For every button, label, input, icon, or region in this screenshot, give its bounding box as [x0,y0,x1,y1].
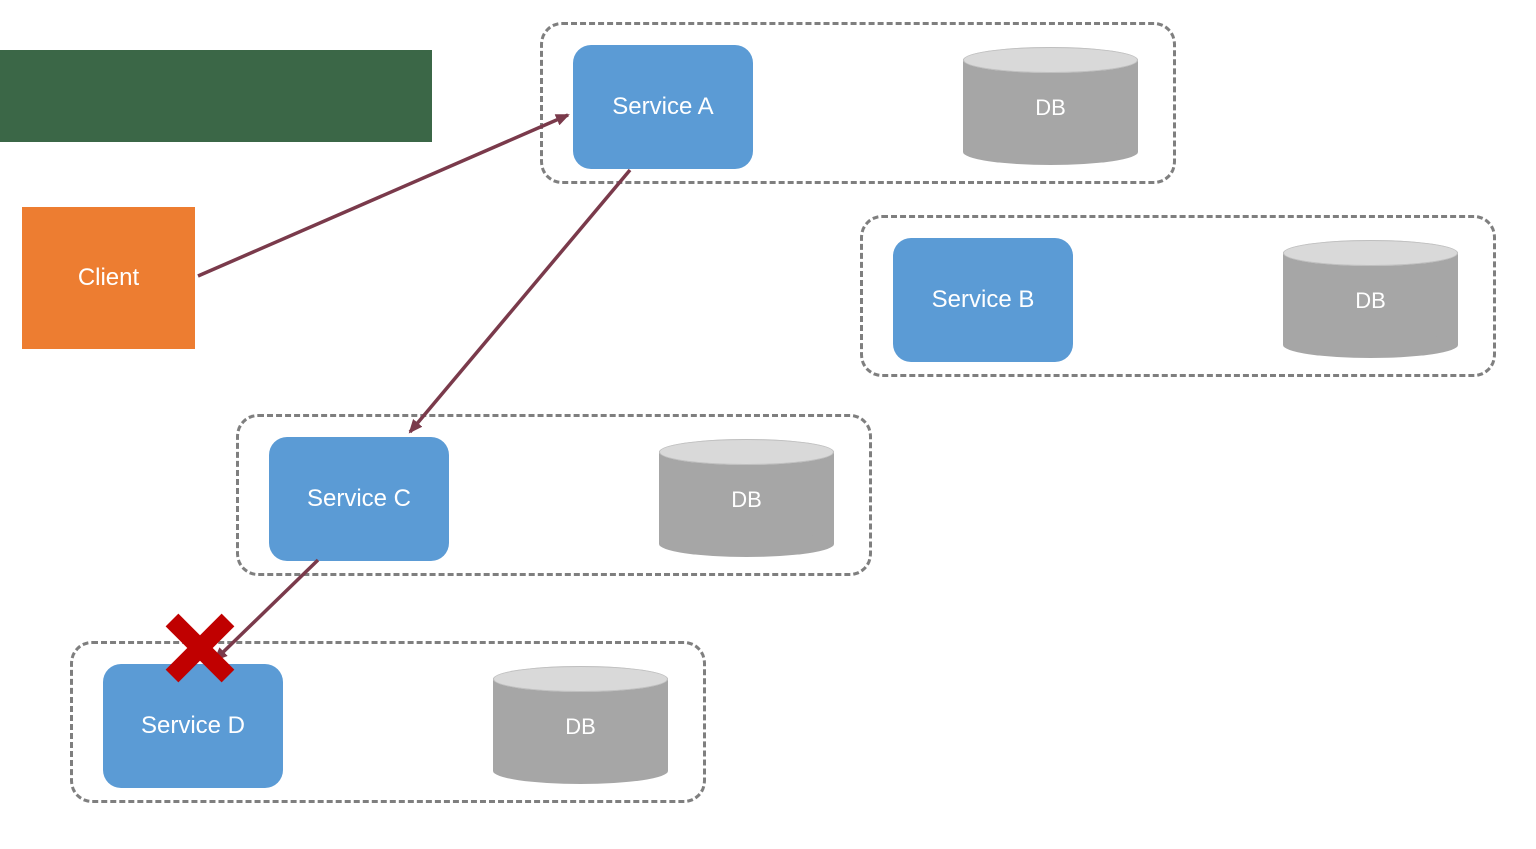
decor-green-bar [0,50,432,142]
edge-a-to-c [410,170,630,432]
service-c-label: Service C [307,485,411,513]
db-b-label: DB [1283,288,1458,314]
group-service-a: Service A DB [540,22,1176,184]
db-c-label: DB [659,487,834,513]
client-label: Client [78,264,139,292]
service-b-label: Service B [932,286,1035,314]
db-a-label: DB [963,95,1138,121]
diagram-canvas: Client Service A DB Service B DB Service… [0,0,1536,849]
service-d-label: Service D [141,712,245,740]
service-c-node: Service C [269,437,449,561]
db-d-label: DB [493,714,668,740]
db-d-node: DB [493,666,668,784]
service-d-node: Service D [103,664,283,788]
group-service-d: Service D DB [70,641,706,803]
service-b-node: Service B [893,238,1073,362]
client-node: Client [22,207,195,349]
service-a-node: Service A [573,45,753,169]
db-b-node: DB [1283,240,1458,358]
db-c-node: DB [659,439,834,557]
group-service-b: Service B DB [860,215,1496,377]
group-service-c: Service C DB [236,414,872,576]
db-a-node: DB [963,47,1138,165]
service-a-label: Service A [612,93,713,121]
